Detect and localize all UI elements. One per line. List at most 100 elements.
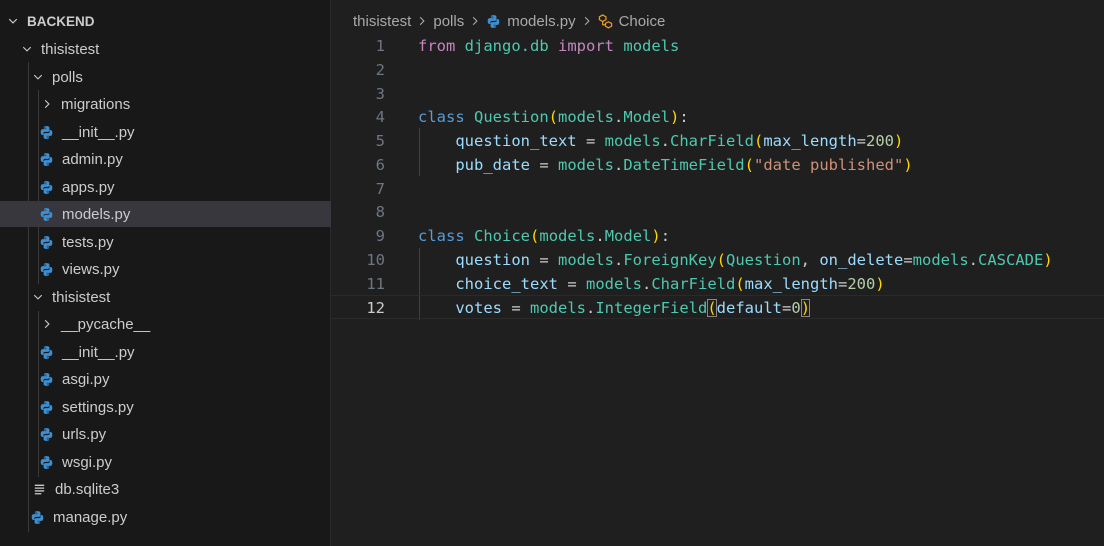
- code-text: question = models.ForeignKey(Question, o…: [455, 251, 1053, 269]
- tree-file-wsgi[interactable]: wsgi.py: [0, 449, 368, 475]
- chevron-down-icon: [31, 290, 45, 304]
- tree-item-label: db.sqlite3: [55, 480, 120, 498]
- tree-item-label: migrations: [61, 95, 131, 113]
- tree-file-models-selected[interactable]: models.py: [0, 201, 368, 227]
- explorer-section-title: BACKEND: [27, 13, 95, 29]
- line-number: 3: [375, 85, 385, 103]
- tree-item-label: __init__.py: [62, 123, 135, 141]
- python-file-icon: [38, 261, 54, 277]
- tree-file-admin[interactable]: admin.py: [0, 146, 368, 172]
- breadcrumb-item-thisistest[interactable]: thisistest: [353, 13, 411, 30]
- tree-file-urls[interactable]: urls.py: [0, 421, 368, 447]
- code-editor[interactable]: thisistest polls models.py Choice 1 from…: [331, 0, 1104, 546]
- chevron-right-icon: [582, 16, 592, 26]
- tree-file-manage[interactable]: manage.py: [0, 504, 359, 530]
- line-number: 6: [375, 156, 385, 174]
- breadcrumb: thisistest polls models.py Choice: [353, 10, 665, 32]
- code-text: from django.db import models: [418, 37, 680, 55]
- code-line-9[interactable]: 9 class Choice(models.Model):: [331, 224, 1104, 248]
- python-file-icon: [38, 371, 54, 387]
- tree-file-tests[interactable]: tests.py: [0, 229, 368, 255]
- code-text: votes = models.IntegerField(default=0): [455, 299, 811, 317]
- code-text: choice_text = models.CharField(max_lengt…: [455, 275, 885, 293]
- code-line-12-current[interactable]: 12 votes = models.IntegerField(default=0…: [331, 295, 1104, 319]
- tree-file-apps[interactable]: apps.py: [0, 174, 368, 200]
- tree-file-polls-init[interactable]: __init__.py: [0, 119, 368, 145]
- code-line-1[interactable]: 1 from django.db import models: [331, 34, 1104, 58]
- code-line-4[interactable]: 4 class Question(models.Model):: [331, 105, 1104, 129]
- python-file-icon: [29, 509, 45, 525]
- tree-item-label: polls: [52, 68, 83, 86]
- tree-folder-pycache[interactable]: __pycache__: [0, 311, 370, 337]
- tree-item-label: thisistest: [52, 288, 111, 306]
- python-file-icon: [38, 344, 54, 360]
- line-number: 7: [375, 180, 385, 198]
- code-text: class Question(models.Model):: [418, 108, 689, 126]
- tree-item-label: wsgi.py: [62, 453, 113, 471]
- tree-file-views[interactable]: views.py: [0, 256, 368, 282]
- tree-item-label: asgi.py: [62, 370, 110, 388]
- line-number: 12: [366, 299, 385, 317]
- tree-item-label: models.py: [62, 205, 131, 223]
- tree-file-settings[interactable]: settings.py: [0, 394, 368, 420]
- code-line-11[interactable]: 11 choice_text = models.CharField(max_le…: [331, 272, 1104, 296]
- code-line-5[interactable]: 5 question_text = models.CharField(max_l…: [331, 129, 1104, 153]
- code-line-10[interactable]: 10 question = models.ForeignKey(Question…: [331, 248, 1104, 272]
- chevron-right-icon: [40, 317, 54, 331]
- code-text: class Choice(models.Model):: [418, 227, 671, 245]
- line-number: 1: [375, 37, 385, 55]
- chevron-right-icon: [470, 16, 480, 26]
- chevron-right-icon: [40, 97, 54, 111]
- tree-item-label: urls.py: [62, 425, 107, 443]
- tree-folder-thisistest-root[interactable]: thisistest: [0, 36, 350, 62]
- breadcrumb-item-models[interactable]: models.py: [507, 13, 575, 30]
- line-number: 8: [375, 203, 385, 221]
- python-file-icon: [38, 206, 54, 222]
- python-file-icon: [38, 179, 54, 195]
- tree-file-asgi[interactable]: asgi.py: [0, 366, 368, 392]
- chevron-down-icon: [6, 14, 20, 28]
- code-line-8[interactable]: 8: [331, 200, 1104, 224]
- python-file-icon: [486, 14, 501, 29]
- python-file-icon: [38, 151, 54, 167]
- code-line-2[interactable]: 2: [331, 58, 1104, 82]
- tree-item-label: views.py: [62, 260, 120, 278]
- line-number: 10: [366, 251, 385, 269]
- python-file-icon: [38, 124, 54, 140]
- line-number: 5: [375, 132, 385, 150]
- python-file-icon: [38, 426, 54, 442]
- code-line-3[interactable]: 3: [331, 82, 1104, 106]
- tree-item-label: settings.py: [62, 398, 134, 416]
- python-file-icon: [38, 454, 54, 470]
- tree-item-label: thisistest: [41, 40, 100, 58]
- code-line-7[interactable]: 7: [331, 177, 1104, 201]
- line-number: 4: [375, 108, 385, 126]
- chevron-right-icon: [417, 16, 427, 26]
- tree-item-label: __pycache__: [61, 315, 151, 333]
- tree-item-label: admin.py: [62, 150, 123, 168]
- tree-folder-thisistest-inner[interactable]: thisistest: [0, 284, 361, 310]
- tree-file-thisistest-init[interactable]: __init__.py: [0, 339, 368, 365]
- python-file-icon: [38, 234, 54, 250]
- code-text: question_text = models.CharField(max_len…: [455, 132, 904, 150]
- text-file-icon: [31, 481, 47, 497]
- code-text: pub_date = models.DateTimeField("date pu…: [455, 156, 913, 174]
- tree-item-label: manage.py: [53, 508, 128, 526]
- python-file-icon: [38, 399, 54, 415]
- code-line-6[interactable]: 6 pub_date = models.DateTimeField("date …: [331, 153, 1104, 177]
- line-number: 2: [375, 61, 385, 79]
- line-number: 11: [366, 275, 385, 293]
- chevron-down-icon: [20, 42, 34, 56]
- breadcrumb-item-choice[interactable]: Choice: [619, 13, 666, 30]
- tree-file-db-sqlite3[interactable]: db.sqlite3: [0, 476, 361, 502]
- tree-item-label: apps.py: [62, 178, 115, 196]
- tree-folder-polls[interactable]: polls: [0, 64, 361, 90]
- tree-folder-migrations[interactable]: migrations: [0, 91, 370, 117]
- line-number: 9: [375, 227, 385, 245]
- chevron-down-icon: [31, 70, 45, 84]
- breadcrumb-item-polls[interactable]: polls: [433, 13, 464, 30]
- class-symbol-icon: [598, 13, 613, 29]
- explorer-sidebar: BACKEND thisistest polls migrations __in…: [0, 0, 368, 546]
- explorer-section-header[interactable]: BACKEND: [0, 8, 336, 34]
- tree-item-label: tests.py: [62, 233, 114, 251]
